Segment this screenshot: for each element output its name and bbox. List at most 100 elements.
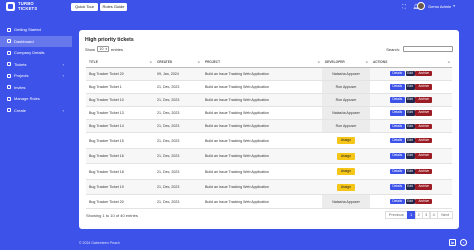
edit-button[interactable]: Edit [405, 168, 415, 175]
sidebar-item-create[interactable]: Create › [0, 105, 72, 117]
sidebar-item-projects[interactable]: Projects › [0, 70, 72, 82]
show-entries-control: Show 10 entries [85, 46, 124, 53]
edit-button[interactable]: Edit [405, 153, 415, 159]
sidebar-item-label: Getting Started [14, 27, 41, 33]
quick-tour-button[interactable]: Quick Tour [71, 3, 98, 11]
chevron-right-icon: › [62, 61, 64, 67]
entries-label: entries [111, 46, 124, 52]
details-button[interactable]: Details [389, 153, 405, 159]
ticket-created-cell: 21, Dec, 2023 [154, 132, 202, 149]
column-header-developer[interactable]: DEVELOPER ⇅ [322, 58, 370, 68]
archive-button[interactable]: Archive [415, 84, 433, 90]
ticket-actions-cell: Details Edit Archive [370, 93, 452, 108]
pagination-next[interactable]: Next [437, 211, 453, 219]
ticket-created-cell: 21, Dec, 2023 [154, 163, 202, 180]
assign-developer-button[interactable]: Assign [337, 137, 355, 145]
details-button[interactable]: Details [389, 110, 405, 116]
ticket-project-cell: Build an Issue Tracking Web Application [202, 148, 322, 165]
sidebar-item-dashboard[interactable]: Dashboard [0, 35, 72, 47]
edit-button[interactable]: Edit [405, 84, 415, 90]
details-button[interactable]: Details [389, 123, 405, 130]
sidebar-item-manage-roles[interactable]: Manage Roles [0, 93, 72, 105]
details-button[interactable]: Details [389, 84, 405, 90]
page-title: High priority tickets [85, 37, 134, 43]
archive-button[interactable]: Archive [415, 110, 433, 116]
sidebar-item-getting-started[interactable]: Getting Started [0, 24, 72, 36]
user-menu[interactable]: Demo Admin ▾ [417, 2, 455, 10]
pagination: Previous 1 2 3 4 Next [384, 211, 453, 219]
chevron-right-icon: › [62, 73, 64, 79]
search-input[interactable] [403, 46, 453, 52]
column-header-created[interactable]: CREATED ⇅ [154, 58, 202, 68]
assign-developer-button[interactable]: Assign [337, 152, 355, 160]
avatar [417, 2, 426, 10]
archive-button[interactable]: Archive [415, 198, 433, 205]
edit-button[interactable]: Edit [405, 97, 415, 103]
ticket-actions-cell: Details Edit Archive [370, 67, 452, 81]
edit-button[interactable]: Edit [405, 137, 415, 144]
users-icon [7, 96, 11, 101]
details-button[interactable]: Details [389, 97, 405, 103]
archive-button[interactable]: Archive [415, 97, 433, 103]
edit-button[interactable]: Edit [405, 184, 415, 190]
sort-icon: ⇅ [317, 60, 320, 64]
column-header-project[interactable]: PROJECT ⇅ [202, 58, 322, 68]
sidebar-item-company-details[interactable]: Company Details [0, 47, 72, 59]
ticket-developer-cell: Assign [322, 148, 370, 165]
table-row: Bug Tracker Ticket 1 21, Dec, 2023 Build a… [86, 80, 452, 94]
archive-button[interactable]: Archive [415, 137, 433, 144]
edit-button[interactable]: Edit [405, 123, 415, 130]
column-header-actions[interactable]: ACTIONS ⇅ [370, 58, 452, 68]
table-row: Bug Tracker Ticket 18 21, Dec, 2023 Build … [86, 163, 452, 180]
pagination-previous[interactable]: Previous [384, 211, 408, 219]
ticket-title-cell: Bug Tracker Ticket 20 [86, 67, 154, 81]
assign-developer-button[interactable]: Assign [337, 168, 355, 176]
github-icon[interactable]: ◔ [460, 239, 467, 246]
roles-guide-button[interactable]: Roles Guide [100, 3, 127, 11]
fullscreen-icon[interactable]: ⛶ [401, 4, 407, 10]
edit-button[interactable]: Edit [405, 198, 415, 205]
ticket-actions-cell: Details Edit Archive [370, 179, 452, 196]
sidebar-item-invites[interactable]: Invites [0, 82, 72, 94]
ticket-developer-cell: Natasha Appuser [322, 106, 370, 121]
building-icon [7, 50, 11, 55]
edit-button[interactable]: Edit [405, 110, 415, 116]
assign-developer-button[interactable]: Assign [337, 183, 355, 191]
ticket-project-cell: Build an Issue Tracking Web Application [202, 106, 322, 121]
linkedin-icon[interactable]: in [449, 239, 456, 246]
sidebar: Getting Started Dashboard Company Detail… [0, 24, 72, 116]
ticket-title-cell: Bug Tracker Ticket 14 [86, 119, 154, 134]
ticket-title-cell: Bug Tracker Ticket 13 [86, 106, 154, 121]
ticket-created-cell: 21, Dec, 2023 [154, 119, 202, 134]
entries-select[interactable]: 10 [97, 46, 110, 53]
details-button[interactable]: Details [389, 70, 405, 77]
details-button[interactable]: Details [389, 184, 405, 190]
footer-copyright: © 2024 Gaberdeen Peach [79, 241, 120, 245]
search-label: Search: [386, 46, 400, 52]
tickets-table: TITLE ⇅ CREATED ⇅ PROJECT ⇅ DEVELOPER ⇅ ACTI… [86, 58, 452, 209]
ticket-developer-cell: Assign [322, 163, 370, 180]
archive-button[interactable]: Archive [415, 70, 433, 77]
archive-button[interactable]: Archive [415, 184, 433, 190]
sort-icon: ⇅ [197, 60, 200, 64]
logo-line-2: TICKETS [18, 5, 38, 11]
table-row: Bug Tracker Ticket 19 21, Dec, 2023 Build … [86, 179, 452, 196]
details-button[interactable]: Details [389, 198, 405, 205]
details-button[interactable]: Details [389, 168, 405, 175]
ticket-project-cell: Build an Issue Tracking Web Application [202, 179, 322, 196]
app-logo[interactable]: TURBO TICKETS [6, 1, 38, 11]
archive-button[interactable]: Archive [415, 123, 433, 130]
ticket-project-cell: Build an Issue Tracking Web Application [202, 93, 322, 108]
archive-button[interactable]: Archive [415, 168, 433, 175]
edit-button[interactable]: Edit [405, 70, 415, 77]
high-priority-tickets-card: High priority tickets Show 10 entries Se… [79, 30, 459, 229]
ticket-actions-cell: Details Edit Archive [370, 148, 452, 165]
ticket-created-cell: 21, Dec, 2023 [154, 194, 202, 209]
archive-button[interactable]: Archive [415, 153, 433, 159]
details-button[interactable]: Details [389, 137, 405, 144]
ticket-actions-cell: Details Edit Archive [370, 194, 452, 209]
column-header-title[interactable]: TITLE ⇅ [86, 58, 154, 68]
sidebar-item-label: Projects [14, 73, 29, 79]
sidebar-item-tickets[interactable]: Tickets › [0, 59, 72, 71]
ticket-created-cell: 21, Dec, 2023 [154, 80, 202, 94]
